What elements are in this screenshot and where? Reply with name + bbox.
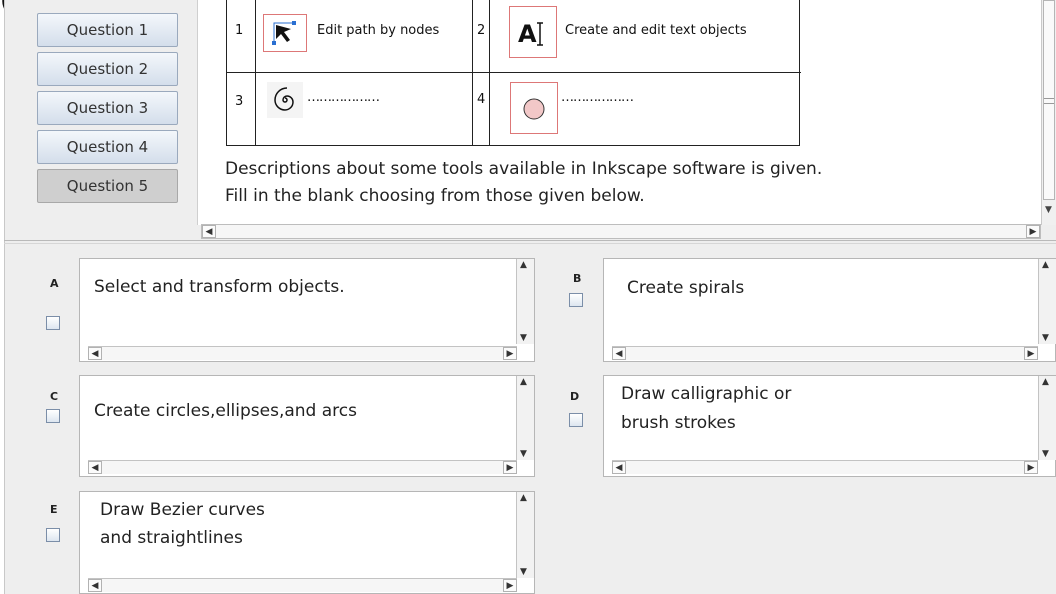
option-a-horizontal-scrollbar[interactable]: ◀ ▶ (88, 346, 517, 360)
scroll-right-arrow-icon[interactable]: ▶ (503, 579, 517, 592)
scroll-grip-icon (1044, 98, 1054, 104)
scroll-down-arrow-icon[interactable]: ▼ (1042, 205, 1055, 217)
scroll-left-arrow-icon[interactable]: ◀ (88, 461, 102, 474)
spiral-icon (267, 82, 303, 118)
cell-number: 4 (477, 92, 486, 107)
scroll-right-arrow-icon[interactable]: ▶ (503, 347, 517, 360)
scroll-left-arrow-icon[interactable]: ◀ (202, 225, 216, 238)
option-letter: B (573, 272, 582, 285)
option-c-checkbox[interactable] (46, 409, 60, 423)
question-3-button[interactable]: Question 3 (37, 91, 178, 125)
option-b-text-line-1: Create spirals (627, 278, 745, 298)
option-a-checkbox[interactable] (46, 316, 60, 330)
question-2-button[interactable]: Question 2 (37, 52, 178, 86)
description-line-2: Fill in the blank choosing from those gi… (225, 186, 645, 206)
option-c-horizontal-scrollbar[interactable]: ◀ ▶ (88, 460, 517, 474)
cell-label: Create and edit text objects (565, 23, 747, 38)
option-letter: D (570, 390, 580, 403)
question-1-button[interactable]: Question 1 (37, 13, 178, 47)
node-editor-icon (263, 14, 307, 52)
split-divider[interactable] (4, 240, 1056, 241)
svg-text:A: A (518, 20, 537, 48)
option-e-checkbox[interactable] (46, 528, 60, 542)
option-b-horizontal-scrollbar[interactable]: ◀ ▶ (612, 346, 1038, 360)
blank-line: ……………… (561, 90, 634, 105)
tool-table: 1 Edit path by nodes 2 A Create and edit… (226, 0, 801, 146)
option-letter: A (50, 277, 59, 290)
option-c-vertical-scrollbar[interactable]: ▲ ▼ (516, 376, 534, 460)
scroll-left-arrow-icon[interactable]: ◀ (88, 579, 102, 592)
option-e-vertical-scrollbar[interactable]: ▲ ▼ (516, 492, 534, 578)
question-4-button[interactable]: Question 4 (37, 130, 178, 164)
split-divider-shadow (4, 243, 1056, 244)
circle-icon (510, 82, 558, 134)
cell-number: 3 (235, 94, 244, 109)
blank-line: ……………… (307, 90, 380, 105)
option-d-checkbox[interactable] (569, 413, 583, 427)
option-c-text-line-1: Create circles,ellipses,and arcs (94, 401, 357, 421)
scroll-right-arrow-icon[interactable]: ▶ (1024, 347, 1038, 360)
option-d-text-line-2: brush strokes (621, 413, 736, 433)
scroll-left-arrow-icon[interactable]: ◀ (612, 461, 626, 474)
scroll-left-arrow-icon[interactable]: ◀ (88, 347, 102, 360)
description-line-1: Descriptions about some tools available … (225, 159, 823, 179)
option-letter: E (50, 503, 58, 516)
cell-label: Edit path by nodes (317, 23, 440, 38)
scroll-right-arrow-icon[interactable]: ▶ (1024, 461, 1038, 474)
option-d-vertical-scrollbar[interactable]: ▲ ▼ (1038, 376, 1056, 460)
option-d-horizontal-scrollbar[interactable]: ◀ ▶ (612, 460, 1038, 474)
option-b-checkbox[interactable] (569, 293, 583, 307)
cell-number: 2 (477, 23, 486, 38)
question-5-button[interactable]: Question 5 (37, 169, 178, 203)
option-letter: C (50, 390, 59, 403)
option-e-text-line-1: Draw Bezier curves (100, 500, 265, 520)
option-e-text-line-2: and straightlines (100, 528, 243, 548)
option-a-text-line-1: Select and transform objects. (94, 277, 345, 297)
option-a-vertical-scrollbar[interactable]: ▲ ▼ (516, 259, 534, 344)
option-b-vertical-scrollbar[interactable]: ▲ ▼ (1038, 259, 1056, 344)
option-d-text-line-1: Draw calligraphic or (621, 384, 792, 404)
cell-number: 1 (235, 23, 244, 38)
text-tool-icon: A (509, 6, 557, 58)
content-horizontal-scrollbar[interactable]: ◀ ▶ (201, 224, 1041, 239)
scroll-right-arrow-icon[interactable]: ▶ (503, 461, 517, 474)
scroll-left-arrow-icon[interactable]: ◀ (612, 347, 626, 360)
option-e-horizontal-scrollbar[interactable]: ◀ ▶ (88, 578, 517, 592)
scroll-right-arrow-icon[interactable]: ▶ (1026, 225, 1040, 238)
